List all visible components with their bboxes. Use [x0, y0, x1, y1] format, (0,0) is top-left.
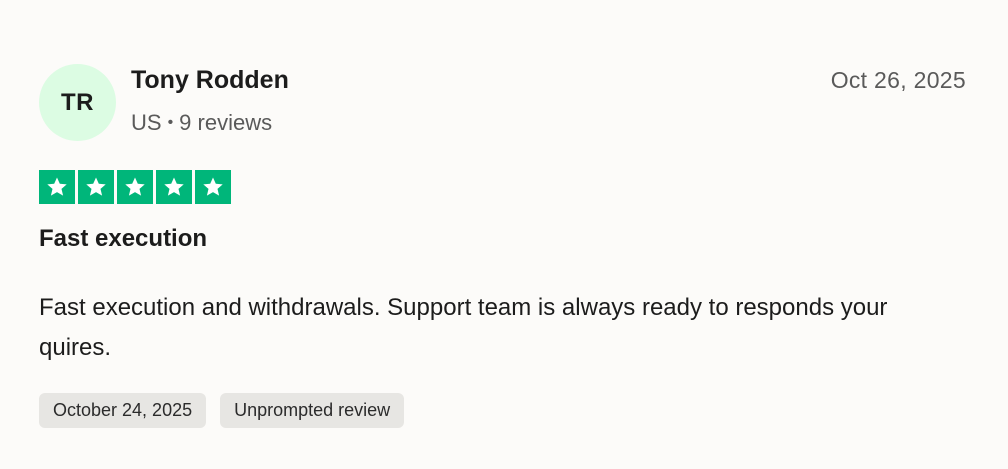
review-card: TR Tony Rodden US • 9 reviews Oct 26, 20…: [0, 0, 1008, 469]
reviewer-name[interactable]: Tony Rodden: [131, 66, 289, 95]
star-icon: [39, 170, 75, 204]
review-title[interactable]: Fast execution: [39, 225, 207, 253]
avatar-initials: TR: [61, 88, 94, 116]
star-icon: [117, 170, 153, 204]
star-icon: [78, 170, 114, 204]
experience-date-tag: October 24, 2025: [39, 393, 207, 428]
star-icon: [195, 170, 231, 204]
review-body: Fast execution and withdrawals. Support …: [39, 294, 888, 361]
reviewer-review-count: 9 reviews: [179, 110, 273, 135]
star-icon: [156, 170, 192, 204]
avatar[interactable]: TR: [39, 64, 116, 141]
star-rating: [39, 170, 231, 204]
meta-separator: •: [167, 114, 174, 131]
reviewer-meta: US • 9 reviews: [131, 110, 272, 136]
review-type-tag[interactable]: Unprompted review: [220, 393, 405, 428]
reviewer-country: US: [131, 110, 162, 135]
review-date: Oct 26, 2025: [830, 67, 966, 93]
review-tags: October 24, 2025 Unprompted review: [39, 393, 405, 428]
